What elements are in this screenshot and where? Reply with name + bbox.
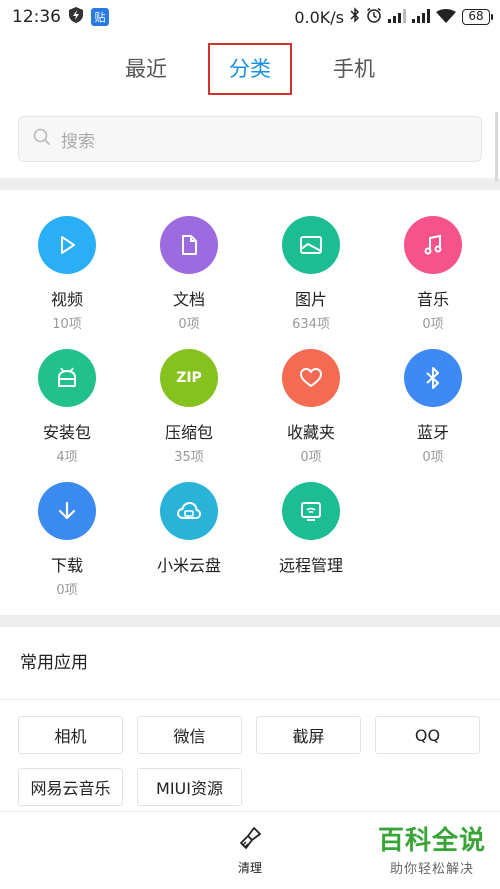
category-favorites[interactable]: 收藏夹 0项 [250,349,372,465]
category-label: 安装包 [42,423,91,442]
clean-label: 清理 [237,861,262,875]
category-zip[interactable]: ZIP 压缩包 35项 [128,349,250,465]
net-speed: 0.0K/s [294,7,344,27]
heart-icon [282,349,340,407]
search-placeholder: 搜索 [61,131,95,152]
category-count: 10项 [52,317,82,332]
signal-icon-1 [388,8,406,27]
bluetooth-icon [404,349,462,407]
music-icon [404,216,462,274]
search-icon [33,128,51,151]
bluetooth-status-icon [350,7,360,27]
category-label: 远程管理 [278,556,343,575]
app-chip-camera[interactable]: 相机 [18,716,123,754]
category-music[interactable]: 音乐 0项 [372,216,494,332]
shield-icon [69,6,83,28]
top-tabs: 最近 分类 手机 [0,34,500,104]
category-label: 下载 [50,556,83,575]
android-icon [38,349,96,407]
category-label: 压缩包 [164,423,213,442]
status-time: 12:36 [12,7,61,27]
app-chip-miui-resources[interactable]: MIUI资源 [137,768,242,806]
search-input[interactable]: 搜索 [18,116,482,162]
clean-button[interactable]: 清理 [237,826,263,876]
tab-recent[interactable]: 最近 [94,45,198,93]
paste-badge: 贴 [91,8,109,26]
category-grid: 视频 10项 文档 0项 图片 634项 音乐 0项 安装包 4项 ZIP 压缩… [0,190,500,598]
app-chip-qq[interactable]: QQ [375,716,480,754]
category-download[interactable]: 下载 0项 [6,482,128,598]
common-apps-title: 常用应用 [20,653,88,673]
battery-icon: 68 [462,9,493,25]
watermark-subtitle: 助你轻松解决 [389,862,474,877]
category-count: 4项 [56,450,78,465]
wifi-icon [436,8,456,27]
category-count: 0项 [422,450,444,465]
app-chip-screenshot[interactable]: 截屏 [256,716,361,754]
tab-phone[interactable]: 手机 [302,45,406,93]
category-label: 收藏夹 [286,423,335,442]
image-icon [282,216,340,274]
category-label: 小米云盘 [156,556,221,575]
category-label: 蓝牙 [416,423,449,442]
play-icon [38,216,96,274]
category-count: 0项 [178,317,200,332]
section-divider [0,615,500,627]
category-count: 35项 [174,450,204,465]
bottom-bar: 清理 百科全说 助你轻松解决 [0,811,500,889]
category-label: 图片 [294,290,327,309]
document-icon [160,216,218,274]
common-apps-list: 相机 微信 截屏 QQ 网易云音乐 MIUI资源 [0,700,500,806]
tab-category[interactable]: 分类 [208,43,292,95]
alarm-icon [366,7,382,27]
remote-manage-icon [282,482,340,540]
signal-icon-2 [412,8,430,27]
cloud-disk-icon [160,482,218,540]
category-count: 634项 [292,317,330,332]
category-count: 0项 [300,450,322,465]
app-chip-wechat[interactable]: 微信 [137,716,242,754]
category-video[interactable]: 视频 10项 [6,216,128,332]
category-label: 视频 [50,290,83,309]
category-count: 0项 [422,317,444,332]
category-count: 0项 [56,583,78,598]
download-icon [38,482,96,540]
scrollbar[interactable] [495,112,498,182]
app-chip-netease-music[interactable]: 网易云音乐 [18,768,123,806]
category-label: 音乐 [416,290,449,309]
category-remote-manage[interactable]: 远程管理 [250,482,372,595]
zip-icon: ZIP [160,349,218,407]
status-bar: 12:36 贴 0.0K/s 68 [0,0,500,34]
zip-icon-text: ZIP [176,370,202,386]
category-document[interactable]: 文档 0项 [128,216,250,332]
watermark-title: 百科全说 [377,826,486,856]
category-apk[interactable]: 安装包 4项 [6,349,128,465]
category-image[interactable]: 图片 634项 [250,216,372,332]
category-bluetooth[interactable]: 蓝牙 0项 [372,349,494,465]
category-cloud-disk[interactable]: 小米云盘 [128,482,250,595]
category-label: 文档 [172,290,205,309]
watermark: 百科全说 助你轻松解决 [378,820,486,877]
broom-icon [237,826,263,855]
section-divider [0,178,500,190]
